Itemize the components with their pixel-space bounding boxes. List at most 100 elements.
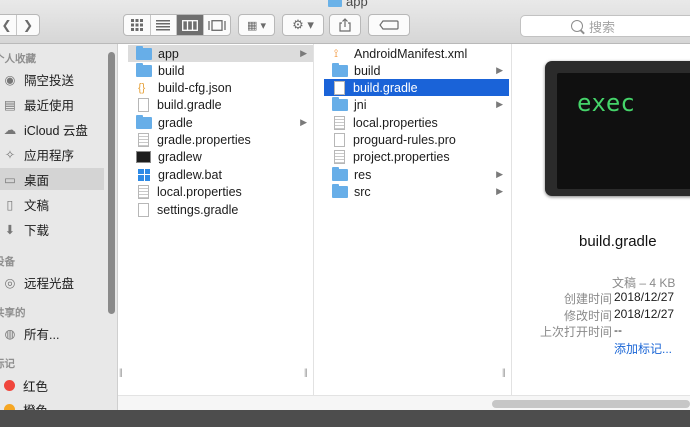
list-view-button[interactable] [151,15,177,35]
meta-last-opened: 上次打开时间 -- [522,323,690,340]
document-icon [138,202,149,217]
applications-icon: ✧ [4,147,16,162]
columns-icon [181,19,198,31]
folder-icon [332,96,348,111]
thumbnail-text: exec [577,89,635,117]
file-row-build-gradle-selected[interactable]: build.gradle [324,79,509,96]
file-row-local-properties[interactable]: local.properties [324,114,509,131]
sidebar-item-remote-disc[interactable]: ◎ 远程光盘 [0,271,104,293]
file-name: res [354,167,372,182]
network-icon: ◍ [4,326,16,341]
file-row-proguard-rules[interactable]: proguard-rules.pro [324,131,509,148]
column-2: ⟟ AndroidManifest.xml build ▶ build.grad… [324,44,512,395]
sidebar-item-documents[interactable]: ▯ 文稿 [0,193,104,215]
file-name: AndroidManifest.xml [354,46,468,61]
file-row-jni[interactable]: jni ▶ [324,96,509,113]
tags-button[interactable] [368,14,410,36]
folder-icon [332,183,348,198]
file-row-src[interactable]: src ▶ [324,183,509,200]
sidebar-item-label: 远程光盘 [24,276,75,291]
grid-icon [130,19,143,31]
document-icon [334,132,345,147]
column-resize-handle[interactable]: || [502,367,506,377]
file-row-settings-gradle[interactable]: settings.gradle [128,201,313,218]
file-name: proguard-rules.pro [353,132,456,147]
back-button[interactable]: ❮ [0,15,17,35]
sidebar-item-applications[interactable]: ✧ 应用程序 [0,143,104,165]
file-row-gradle[interactable]: gradle ▶ [128,114,313,131]
sidebar-item-tag-red[interactable]: 红色 [0,374,104,396]
meta-label: 修改时间 [563,309,612,323]
terminal-preview: exec [557,73,690,189]
meta-label: 创建时间 [563,292,612,306]
view-mode-selector [123,14,231,36]
column-resize-handle[interactable]: || [304,367,308,377]
file-row-project-properties[interactable]: project.properties [324,148,509,165]
chevron-left-icon: ❮ [1,18,12,32]
disclosure-arrow-icon: ▶ [496,186,503,196]
search-icon [571,20,583,32]
sidebar-item-airdrop[interactable]: ◉ 隔空投送 [0,68,104,90]
list-icon [156,19,171,30]
file-row-gradlew-bat[interactable]: gradlew.bat [128,166,313,183]
action-button[interactable]: ⚙ ▾ [282,14,324,36]
group-by-button[interactable]: ▦ ▾ [238,14,275,36]
sidebar-item-label: 所有... [24,327,60,342]
toolbar: app ❮ ❯ ▦ ▾ ⚙ ▾ 搜索 [0,0,690,44]
forward-button[interactable]: ❯ [17,15,39,35]
disclosure-arrow-icon: ▶ [300,48,307,58]
file-row-local-properties[interactable]: local.properties [128,183,313,200]
file-name: src [354,184,371,199]
document-icon [138,97,149,112]
share-icon [339,18,351,32]
file-row-gradle-properties[interactable]: gradle.properties [128,131,313,148]
file-name: gradlew [158,149,202,164]
file-row-build-gradle[interactable]: build.gradle [128,96,313,113]
file-row-gradlew[interactable]: gradlew [128,148,313,165]
gallery-view-button[interactable] [204,15,230,35]
folder-icon [328,0,342,7]
sidebar-item-tag-orange[interactable]: 橙色 [0,398,104,410]
text-document-icon [334,149,345,164]
file-thumbnail: exec [545,61,690,196]
sidebar-item-icloud[interactable]: ☁ iCloud 云盘 [0,118,104,140]
folder-icon [332,166,348,181]
file-row-build[interactable]: build ▶ [324,62,509,79]
file-row-res[interactable]: res ▶ [324,166,509,183]
icon-view-button[interactable] [124,15,151,35]
file-row-app[interactable]: app ▶ [128,45,313,62]
tag-red-icon [4,379,15,391]
sidebar-header-devices: 设备 [0,256,15,268]
file-row-android-manifest[interactable]: ⟟ AndroidManifest.xml [324,45,509,62]
meta-created: 创建时间 2018/12/27 [522,290,690,307]
add-tags-link[interactable]: 添加标记... [614,340,672,357]
text-document-icon [334,115,345,130]
preview-kind: 文稿 – 4 KB [612,276,676,290]
sidebar-item-desktop[interactable]: ▭ 桌面 [0,168,104,190]
sidebar-item-downloads[interactable]: ⬇ 下载 [0,218,104,240]
text-document-icon [138,132,149,147]
folder-icon [136,114,152,129]
sidebar-item-label: 隔空投送 [24,73,75,88]
sidebar-item-all-network[interactable]: ◍ 所有... [0,322,104,344]
file-name: local.properties [353,115,438,130]
recents-icon: ▤ [4,97,16,112]
file-row-build[interactable]: build [128,62,313,79]
meta-label: 上次打开时间 [539,325,612,339]
search-placeholder: 搜索 [589,19,616,35]
search-field[interactable]: 搜索 [520,15,690,37]
file-row-build-cfg[interactable]: {} build-cfg.json [128,79,313,96]
disclosure-arrow-icon: ▶ [300,117,307,127]
desktop-icon: ▭ [4,172,16,187]
sidebar-item-recents[interactable]: ▤ 最近使用 [0,93,104,115]
disclosure-arrow-icon: ▶ [496,99,503,109]
share-button[interactable] [329,14,361,36]
sidebar-scrollbar[interactable] [108,52,115,314]
column-1: app ▶ build {} build-cfg.json build.grad… [119,44,314,395]
column-view-button[interactable] [177,15,204,35]
disclosure-arrow-icon: ▶ [496,65,503,75]
preview-file-name: build.gradle [579,233,657,250]
column-resize-handle[interactable]: || [119,367,123,377]
horizontal-scrollbar[interactable] [492,400,690,408]
meta-modified: 修改时间 2018/12/27 [522,307,690,324]
